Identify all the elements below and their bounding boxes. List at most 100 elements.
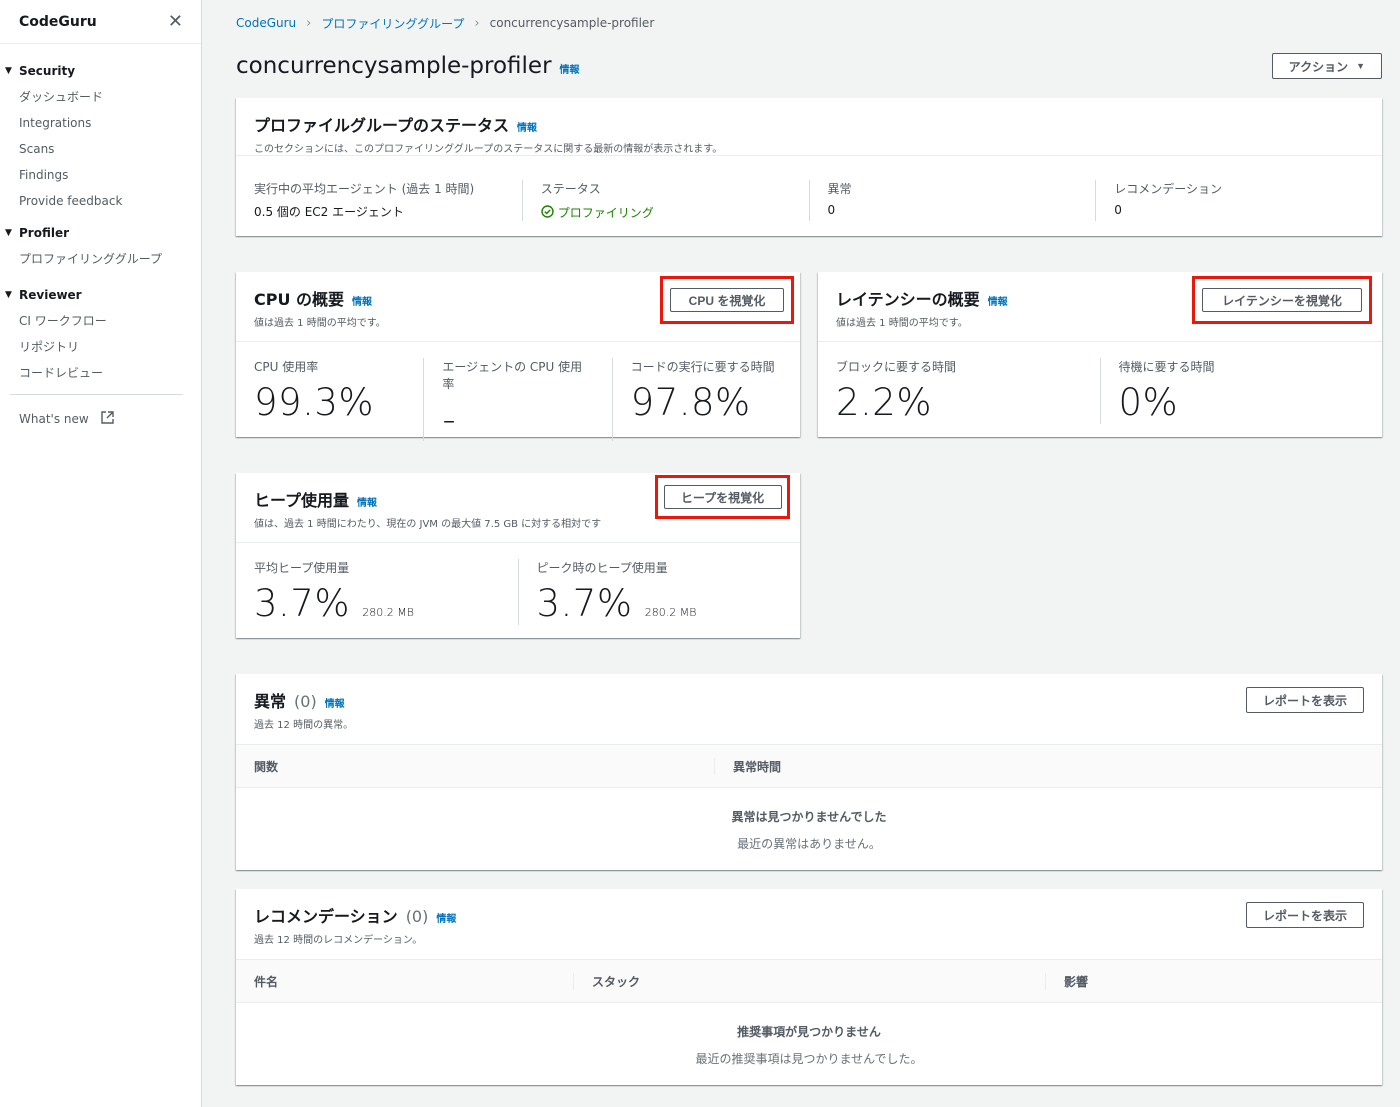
recommendation-card-desc: 過去 12 時間のレコメンデーション。 bbox=[254, 935, 423, 946]
chevron-right-icon: › bbox=[306, 15, 312, 31]
sidebar: CodeGuru ✕ ▼ Security ダッシュボード Integratio… bbox=[0, 0, 202, 1107]
sidebar-section-label: Security bbox=[19, 64, 76, 78]
status-metrics: 実行中の平均エージェント (過去 1 時間) 0.5 個の EC2 エージェント… bbox=[236, 156, 1382, 221]
external-link-icon bbox=[101, 411, 114, 427]
metric-value: 2.2% bbox=[836, 381, 932, 424]
recommendation-card-count: (0) bbox=[405, 907, 429, 926]
breadcrumb-current: concurrencysample-profiler bbox=[489, 16, 655, 30]
info-link[interactable]: 情報 bbox=[325, 695, 345, 710]
sidebar-item-provide-feedback[interactable]: Provide feedback bbox=[5, 188, 201, 214]
anomaly-card-header: 異常 (0) 情報 過去 12 時間の異常。 レポートを表示 bbox=[236, 674, 1382, 744]
metric-label: コードの実行に要する時間 bbox=[630, 360, 775, 374]
actions-button[interactable]: アクション ▼ bbox=[1271, 53, 1382, 79]
anomaly-card-desc: 過去 12 時間の異常。 bbox=[254, 720, 354, 731]
info-link[interactable]: 情報 bbox=[988, 293, 1008, 308]
metric-label: 待機に要する時間 bbox=[1118, 360, 1215, 374]
status-value: プロファイリング bbox=[557, 206, 654, 220]
metric-code-execution-time: コードの実行に要する時間 97.8% bbox=[611, 358, 800, 441]
metric-anomalies: 異常 0 bbox=[808, 180, 1096, 221]
column-header[interactable]: 異常時間 bbox=[714, 757, 799, 775]
caret-down-icon: ▼ bbox=[5, 228, 12, 238]
column-header[interactable]: 影響 bbox=[1045, 972, 1106, 990]
sidebar-item-whats-new[interactable]: What's new bbox=[0, 411, 201, 427]
info-link[interactable]: 情報 bbox=[357, 494, 377, 509]
recommendation-count-link[interactable]: 0 bbox=[1114, 203, 1364, 217]
metric-value: 3.7% bbox=[536, 582, 633, 625]
latency-metrics: ブロックに要する時間 2.2% 待機に要する時間 0% bbox=[818, 342, 1382, 424]
metric-value: 3.7% bbox=[254, 582, 350, 625]
breadcrumb-codeguru[interactable]: CodeGuru bbox=[236, 16, 296, 30]
view-recommendation-report-button[interactable]: レポートを表示 bbox=[1245, 902, 1364, 928]
sidebar-section-security: ▼ Security ダッシュボード Integrations Scans Fi… bbox=[0, 58, 201, 214]
metric-value: 0% bbox=[1118, 381, 1179, 424]
status-card-header: プロファイルグループのステータス 情報 このセクションには、このプロファイリング… bbox=[236, 98, 1382, 156]
sidebar-item-code-reviews[interactable]: コードレビュー bbox=[5, 360, 201, 386]
breadcrumb-profiling-groups[interactable]: プロファイリンググループ bbox=[321, 15, 464, 32]
empty-title: 推奨事項が見つかりません bbox=[737, 1025, 881, 1039]
view-anomaly-report-button[interactable]: レポートを表示 bbox=[1245, 687, 1364, 713]
main-content: CodeGuru › プロファイリンググループ › concurrencysam… bbox=[236, 0, 1382, 88]
sidebar-item-integrations[interactable]: Integrations bbox=[5, 110, 201, 136]
column-header[interactable]: スタック bbox=[573, 972, 1045, 990]
cpu-card-title: CPU の概要 bbox=[254, 290, 345, 309]
metric-agents: 実行中の平均エージェント (過去 1 時間) 0.5 個の EC2 エージェント bbox=[236, 180, 522, 221]
sidebar-section-header[interactable]: ▼ Security bbox=[5, 58, 201, 84]
metric-value-wrap: 3.7% 280.2 MB bbox=[537, 582, 783, 625]
sidebar-item-findings[interactable]: Findings bbox=[5, 162, 201, 188]
visualize-cpu-button[interactable]: CPU を視覚化 bbox=[670, 288, 784, 312]
caret-down-icon: ▼ bbox=[1356, 61, 1365, 71]
metric-value: 99.3% bbox=[254, 381, 375, 424]
highlight-box: ヒープを視覚化 bbox=[655, 475, 790, 519]
info-link[interactable]: 情報 bbox=[352, 293, 372, 308]
empty-title: 異常は見つかりませんでした bbox=[731, 810, 887, 824]
info-link[interactable]: 情報 bbox=[436, 910, 456, 925]
metric-unit: 280.2 MB bbox=[644, 606, 697, 619]
metric-unit: 280.2 MB bbox=[362, 606, 414, 619]
recommendation-card-header: レコメンデーション (0) 情報 過去 12 時間のレコメンデーション。 レポー… bbox=[236, 889, 1382, 959]
sidebar-section-header[interactable]: ▼ Profiler bbox=[5, 220, 201, 246]
visualize-latency-button[interactable]: レイテンシーを視覚化 bbox=[1202, 288, 1362, 312]
column-header[interactable]: 件名 bbox=[236, 973, 573, 990]
info-link[interactable]: 情報 bbox=[517, 119, 537, 134]
metric-status: ステータス プロファイリング bbox=[521, 180, 809, 221]
metric-label: 異常 bbox=[827, 182, 852, 196]
close-icon[interactable]: ✕ bbox=[168, 11, 183, 32]
metric-blocking-time: ブロックに要する時間 2.2% bbox=[818, 358, 1100, 424]
sidebar-header: CodeGuru ✕ bbox=[0, 0, 201, 44]
latency-card-title: レイテンシーの概要 bbox=[836, 290, 980, 309]
sidebar-title[interactable]: CodeGuru bbox=[19, 14, 97, 30]
anomaly-empty-state: 異常は見つかりませんでした 最近の異常はありません。 bbox=[236, 788, 1382, 852]
sidebar-item-repositories[interactable]: リポジトリ bbox=[5, 334, 201, 360]
sidebar-item-profiling-groups[interactable]: プロファイリンググループ bbox=[5, 246, 201, 272]
metric-waiting-time: 待機に要する時間 0% bbox=[1099, 358, 1383, 424]
caret-down-icon: ▼ bbox=[5, 66, 12, 76]
heap-card-header: ヒープ使用量 情報 値は、過去 1 時間にわたり、現在の JVM の最大値 7.… bbox=[236, 473, 800, 543]
chevron-right-icon: › bbox=[474, 15, 480, 31]
empty-subtitle: 最近の異常はありません。 bbox=[737, 837, 881, 851]
breadcrumb: CodeGuru › プロファイリンググループ › concurrencysam… bbox=[236, 0, 1382, 46]
metric-label: レコメンデーション bbox=[1114, 182, 1223, 196]
sidebar-item-ci-workflow[interactable]: CI ワークフロー bbox=[5, 308, 201, 334]
caret-down-icon: ▼ bbox=[5, 290, 12, 300]
highlight-box: CPU を視覚化 bbox=[660, 276, 794, 324]
status-card-title-wrap: プロファイルグループのステータス 情報 bbox=[254, 112, 1364, 136]
anomaly-count-link[interactable]: 0 bbox=[828, 203, 1078, 217]
sidebar-section-label: Profiler bbox=[19, 226, 70, 240]
actions-label: アクション bbox=[1288, 59, 1349, 74]
check-circle-icon bbox=[541, 204, 554, 221]
heap-card: ヒープ使用量 情報 値は、過去 1 時間にわたり、現在の JVM の最大値 7.… bbox=[236, 473, 800, 638]
highlight-box: レイテンシーを視覚化 bbox=[1192, 276, 1372, 324]
metric-label: 平均ヒープ使用量 bbox=[254, 561, 350, 575]
page-title: concurrencysample-profiler bbox=[236, 53, 552, 79]
status-card: プロファイルグループのステータス 情報 このセクションには、このプロファイリング… bbox=[236, 98, 1382, 236]
metric-value-wrap: 3.7% 280.2 MB bbox=[254, 582, 500, 625]
sidebar-item-scans[interactable]: Scans bbox=[5, 136, 201, 162]
sidebar-item-dashboard[interactable]: ダッシュボード bbox=[5, 84, 201, 110]
visualize-heap-button[interactable]: ヒープを視覚化 bbox=[663, 485, 782, 509]
metric-value: 97.8% bbox=[630, 381, 751, 424]
cpu-card-header: CPU の概要 情報 値は過去 1 時間の平均です。 CPU を視覚化 bbox=[236, 272, 800, 342]
sidebar-section-header[interactable]: ▼ Reviewer bbox=[5, 282, 201, 308]
column-header[interactable]: 関数 bbox=[236, 758, 714, 775]
info-link[interactable]: 情報 bbox=[560, 61, 580, 76]
empty-subtitle: 最近の推奨事項は見つかりませんでした。 bbox=[695, 1052, 923, 1066]
